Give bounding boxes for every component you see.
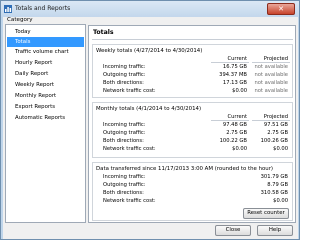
totals-panel: Totals Weekly totals (4/27/2014 to 4/30/… [88, 25, 296, 223]
title-bar[interactable]: Totals and Reports ✕ [1, 1, 299, 17]
since-totals-title: Data transferred since 11/17/2013 3:00 A… [96, 166, 274, 172]
category-item-daily-report[interactable]: Daily Report [7, 69, 84, 79]
since-incoming-value: 301.79 GB [260, 174, 288, 180]
weekly-both-projected: not available [254, 80, 288, 86]
weekly-cost-projected: not available [254, 88, 288, 94]
since-incoming-label: Incoming traffic: [103, 174, 146, 180]
category-item-weekly-report[interactable]: Weekly Report [7, 80, 84, 90]
category-label: Category [7, 17, 33, 23]
monthly-cost-current: $0.00 [232, 146, 247, 152]
category-item-monthly-report[interactable]: Monthly Report [7, 91, 84, 101]
weekly-outgoing-current: 394.37 MB [219, 72, 247, 78]
title-divider [92, 39, 293, 40]
chart-app-icon [4, 5, 12, 13]
dialog-client-area: Category Today Totals Traffic volume cha… [3, 17, 298, 239]
help-button[interactable]: Help [257, 225, 293, 236]
window-title: Totals and Reports [15, 5, 71, 12]
since-outgoing-label: Outgoing traffic: [103, 182, 146, 188]
category-item-totals[interactable]: Totals [7, 37, 84, 47]
weekly-both-current: 17.13 GB [222, 80, 247, 86]
monthly-totals-group: Monthly totals (4/1/2014 to 4/30/2014) C… [92, 102, 293, 158]
totals-and-reports-window: Totals and Reports ✕ Category Today Tota… [0, 0, 300, 240]
since-outgoing-value: 8.79 GB [267, 182, 288, 188]
monthly-incoming-label: Incoming traffic: [103, 122, 146, 128]
weekly-both-label: Both directions: [103, 80, 144, 86]
monthly-outgoing-projected: 2.75 GB [267, 130, 288, 136]
reset-counter-button[interactable]: Reset counter [243, 208, 289, 219]
monthly-cost-projected: $0.00 [273, 146, 288, 152]
category-item-automatic-reports[interactable]: Automatic Reports [7, 113, 84, 123]
weekly-incoming-label: Incoming traffic: [103, 64, 146, 70]
monthly-totals-title: Monthly totals (4/1/2014 to 4/30/2014) [96, 106, 202, 112]
since-cost-label: Network traffic cost: [103, 198, 156, 204]
close-icon: ✕ [278, 5, 284, 13]
monthly-both-projected: 100.26 GB [260, 138, 288, 144]
category-list[interactable]: Today Totals Traffic volume chart Hourly… [5, 24, 86, 223]
since-cost-value: $0.00 [273, 198, 288, 204]
category-item-hourly-report[interactable]: Hourly Report [7, 58, 84, 68]
weekly-incoming-current: 16.75 GB [222, 64, 247, 70]
monthly-incoming-current: 97.48 GB [222, 122, 247, 128]
window-close-button[interactable]: ✕ [267, 3, 295, 15]
monthly-incoming-projected: 97.51 GB [263, 122, 288, 128]
weekly-incoming-projected: not available [254, 64, 288, 70]
monthly-both-current: 100.22 GB [219, 138, 247, 144]
monthly-cost-label: Network traffic cost: [103, 146, 156, 152]
page-title: Totals [93, 29, 114, 36]
weekly-totals-title: Weekly totals (4/27/2014 to 4/30/2014) [96, 48, 203, 54]
since-both-value: 310.58 GB [260, 190, 288, 196]
monthly-projected-underline [252, 120, 290, 121]
current-column-underline [211, 62, 249, 63]
category-item-traffic-volume-chart[interactable]: Traffic volume chart [7, 47, 84, 57]
category-panel: Category Today Totals Traffic volume cha… [5, 17, 86, 223]
weekly-cost-current: $0.00 [232, 88, 247, 94]
projected-column-underline [252, 62, 290, 63]
weekly-cost-label: Network traffic cost: [103, 88, 156, 94]
weekly-totals-group: Weekly totals (4/27/2014 to 4/30/2014) C… [92, 44, 293, 98]
monthly-both-label: Both directions: [103, 138, 144, 144]
since-totals-group: Data transferred since 11/17/2013 3:00 A… [92, 162, 293, 221]
category-item-export-reports[interactable]: Export Reports [7, 102, 84, 112]
monthly-current-underline [211, 120, 249, 121]
close-button[interactable]: Close [215, 225, 251, 236]
category-item-today[interactable]: Today [7, 27, 84, 37]
monthly-outgoing-current: 2.75 GB [226, 130, 247, 136]
monthly-outgoing-label: Outgoing traffic: [103, 130, 146, 136]
weekly-outgoing-label: Outgoing traffic: [103, 72, 146, 78]
since-both-label: Both directions: [103, 190, 144, 196]
weekly-outgoing-projected: not available [254, 72, 288, 78]
